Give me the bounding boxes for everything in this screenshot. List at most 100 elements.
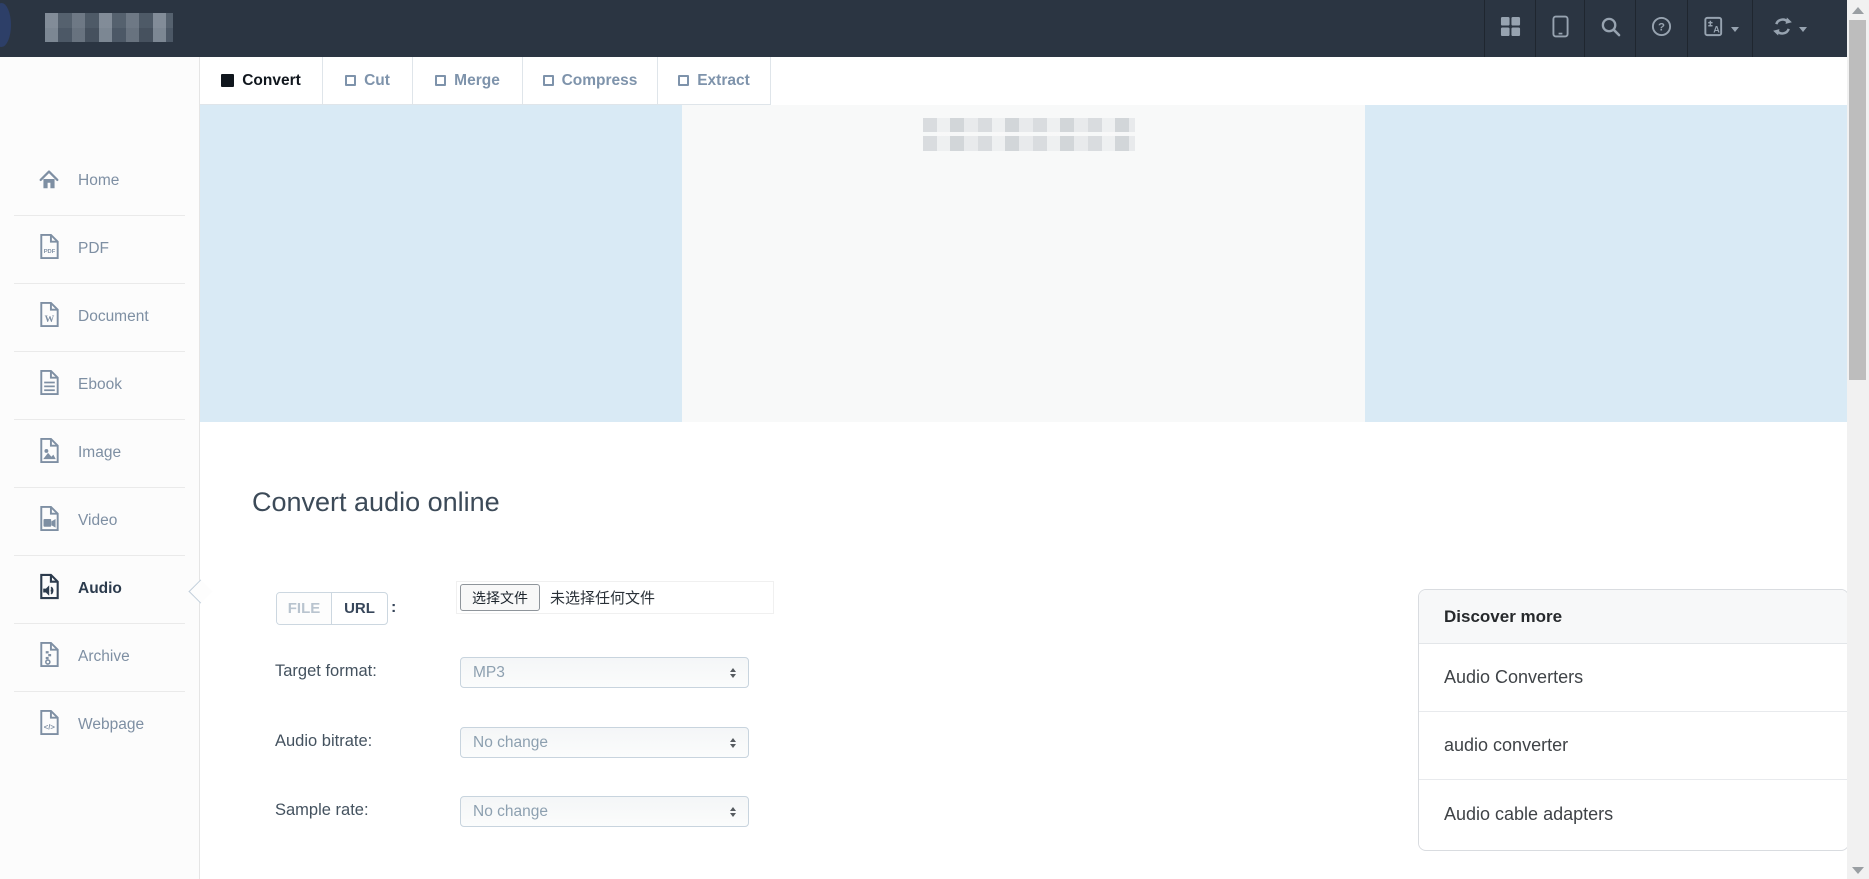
- file-code-icon: </>: [37, 709, 61, 741]
- help-button[interactable]: ?: [1635, 0, 1687, 57]
- toggle-colon: :: [391, 599, 397, 616]
- sidebar-item-label: Webpage: [78, 716, 145, 733]
- select-value: MP3: [473, 663, 505, 681]
- sidebar-item-label: Audio: [78, 580, 122, 597]
- svg-text:A: A: [1713, 24, 1720, 34]
- file-image-icon: [37, 437, 61, 469]
- sidebar-item-archive[interactable]: Archive: [0, 623, 199, 691]
- page-title: Convert audio online: [252, 487, 500, 517]
- select-value: No change: [473, 802, 548, 820]
- sample-rate-label: Sample rate:: [275, 801, 369, 819]
- select-stepper-icon: [730, 667, 736, 678]
- discover-more-title: Discover more: [1419, 590, 1848, 644]
- sidebar-item-label: Image: [78, 444, 122, 461]
- sidebar-item-label: Ebook: [78, 376, 122, 393]
- sidebar-item-home[interactable]: Home: [0, 147, 199, 215]
- checkbox-empty-icon: [542, 75, 554, 86]
- url-tab-button[interactable]: URL: [332, 593, 387, 624]
- file-archive-icon: [37, 641, 61, 673]
- refresh-icon: [1772, 16, 1793, 42]
- file-status-text: 未选择任何文件: [550, 590, 656, 607]
- help-icon: ?: [1651, 16, 1672, 42]
- sidebar-item-label: Archive: [78, 648, 130, 665]
- tab-label: Compress: [561, 71, 638, 89]
- ad-banner-area: [200, 105, 1847, 422]
- audio-bitrate-select[interactable]: No change: [460, 727, 749, 758]
- target-format-select[interactable]: MP3: [460, 657, 749, 688]
- tab-merge[interactable]: Merge: [413, 57, 523, 105]
- sidebar-item-pdf[interactable]: PDF PDF: [0, 215, 199, 283]
- scroll-up-arrow-icon[interactable]: [1852, 7, 1864, 14]
- tab-cut[interactable]: Cut: [323, 57, 413, 105]
- apps-grid-button[interactable]: [1484, 0, 1535, 57]
- tab-label: Cut: [364, 71, 390, 89]
- sidebar-item-video[interactable]: Video: [0, 487, 199, 555]
- caret-down-icon: [1730, 26, 1739, 36]
- refresh-menu-button[interactable]: [1752, 0, 1825, 57]
- tab-convert[interactable]: Convert: [200, 57, 323, 105]
- sidebar-item-label: Home: [78, 172, 120, 189]
- svg-text:PDF: PDF: [44, 249, 56, 255]
- apps-grid-icon: [1500, 16, 1521, 42]
- tab-extract[interactable]: Extract: [658, 57, 771, 105]
- svg-text:</>: </>: [44, 722, 56, 731]
- sample-rate-select[interactable]: No change: [460, 796, 749, 827]
- sidebar-item-webpage[interactable]: </> Webpage: [0, 691, 199, 759]
- audio-bitrate-label: Audio bitrate:: [275, 732, 373, 750]
- site-logo[interactable]: [45, 13, 173, 42]
- sidebar-item-label: PDF: [78, 240, 109, 257]
- checkbox-empty-icon: [678, 75, 690, 86]
- discover-link-audio-converters[interactable]: Audio Converters: [1419, 644, 1848, 712]
- file-audio-icon: [37, 573, 61, 605]
- tab-label: Extract: [697, 71, 750, 89]
- scrollbar-thumb[interactable]: [1849, 20, 1866, 380]
- mobile-device-icon: [1551, 15, 1569, 43]
- caret-down-icon: [1798, 26, 1807, 36]
- action-tabs: Convert Cut Merge Compress Extract: [200, 57, 771, 105]
- language-icon: A: [1702, 15, 1725, 43]
- discover-link-audio-cable-adapters[interactable]: Audio cable adapters: [1419, 780, 1848, 848]
- topbar: ? A: [0, 0, 1847, 57]
- file-input[interactable]: 选择文件 未选择任何文件: [456, 581, 774, 614]
- discover-link-audio-converter[interactable]: audio converter: [1419, 712, 1848, 780]
- svg-text:?: ?: [1658, 21, 1665, 33]
- source-toggle: FILE URL: [276, 592, 388, 625]
- target-format-label: Target format:: [275, 662, 377, 680]
- search-button[interactable]: [1584, 0, 1635, 57]
- svg-text:W: W: [45, 314, 55, 325]
- checkbox-filled-icon: [221, 74, 235, 87]
- sidebar-item-document[interactable]: W Document: [0, 283, 199, 351]
- file-tab-button[interactable]: FILE: [277, 593, 332, 624]
- sidebar-item-audio[interactable]: Audio: [0, 555, 199, 623]
- logo-edge-decoration: [0, 3, 11, 47]
- vertical-scrollbar[interactable]: [1847, 0, 1869, 879]
- tab-compress[interactable]: Compress: [523, 57, 658, 105]
- sidebar-item-ebook[interactable]: Ebook: [0, 351, 199, 419]
- sidebar: Home PDF PDF W Document Ebook Image Vide…: [0, 57, 200, 879]
- topbar-nav: ? A: [1484, 0, 1825, 57]
- language-menu-button[interactable]: A: [1687, 0, 1752, 57]
- checkbox-empty-icon: [345, 75, 357, 86]
- ad-banner-right: [1365, 105, 1847, 422]
- file-video-icon: [37, 505, 61, 537]
- select-value: No change: [473, 733, 548, 751]
- select-stepper-icon: [730, 806, 736, 817]
- file-text-icon: [37, 369, 61, 401]
- select-stepper-icon: [730, 737, 736, 748]
- scroll-down-arrow-icon[interactable]: [1852, 867, 1864, 874]
- discover-more-panel: Discover more Audio Converters audio con…: [1418, 589, 1849, 851]
- file-word-icon: W: [37, 301, 61, 333]
- home-icon: [37, 166, 61, 197]
- mobile-device-button[interactable]: [1535, 0, 1584, 57]
- search-icon: [1600, 16, 1621, 42]
- checkbox-empty-icon: [435, 75, 447, 86]
- sidebar-item-label: Document: [78, 308, 149, 325]
- file-pdf-icon: PDF: [37, 233, 61, 265]
- blurred-ad-text: [923, 118, 1135, 151]
- sidebar-item-label: Video: [78, 512, 118, 529]
- tab-label: Merge: [454, 71, 500, 89]
- tab-label: Convert: [242, 71, 301, 89]
- choose-file-button[interactable]: 选择文件: [460, 584, 540, 611]
- ad-banner-left: [200, 105, 682, 422]
- sidebar-item-image[interactable]: Image: [0, 419, 199, 487]
